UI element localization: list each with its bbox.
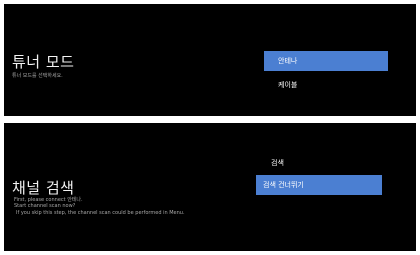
channel-scan-description: First, please connect 안테나. Start channel… [14,197,185,216]
option-skip-search-label: 검색 건너뛰기 [263,181,304,189]
channel-scan-screen: 채널 검색 First, please connect 안테나. Start c… [4,123,416,251]
option-search-label: 검색 [271,159,284,167]
option-antenna-label: 안테나 [278,57,298,65]
tuner-mode-screen: 튜너 모드 튜너 모드를 선택하세요. 안테나 케이블 [4,4,416,116]
description-line: If you skip this step, the channel scan … [16,209,185,216]
tuner-mode-title: 튜너 모드 [12,53,75,71]
option-search[interactable]: 검색 [256,153,382,173]
option-cable-label: 케이블 [278,81,298,89]
option-antenna[interactable]: 안테나 [264,51,388,71]
option-cable[interactable]: 케이블 [264,75,388,95]
option-skip-search[interactable]: 검색 건너뛰기 [256,175,382,195]
tuner-mode-subtitle: 튜너 모드를 선택하세요. [12,73,63,79]
channel-scan-title: 채널 검색 [12,179,75,197]
